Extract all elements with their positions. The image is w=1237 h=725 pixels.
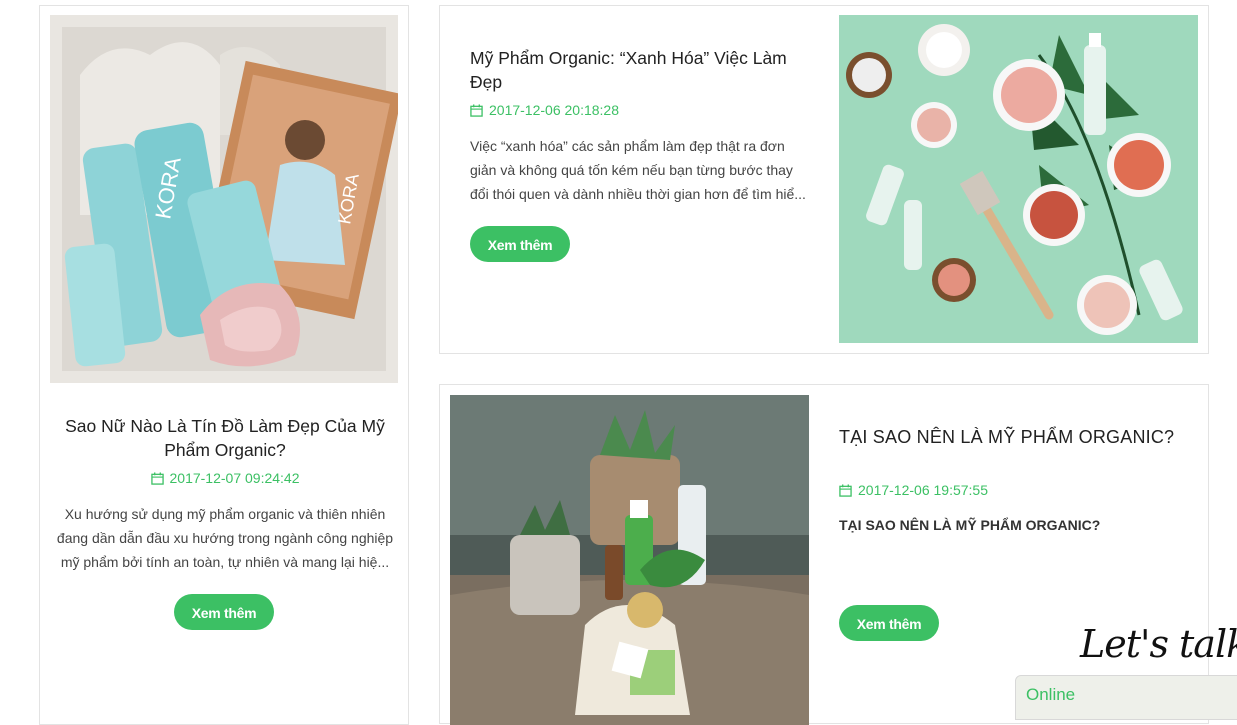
post-excerpt-line: Việc “xanh hóa” các sản phẩm làm đẹp thậ… — [470, 138, 785, 154]
post-excerpt-line: mỹ phẩm bởi tính an toàn, tự nhiên và ma… — [60, 554, 390, 570]
post-image-organic-ingredients[interactable] — [839, 15, 1198, 343]
read-more-button[interactable]: Xem thêm — [470, 226, 570, 262]
post-title-line1[interactable]: Sao Nữ Nào Là Tín Đồ Làm Đẹp Của Mỹ — [65, 416, 385, 436]
post-title-line2[interactable]: Phẩm Organic? — [164, 440, 286, 460]
read-more-button[interactable]: Xem thêm — [174, 594, 274, 630]
read-more-button[interactable]: Xem thêm — [839, 605, 939, 641]
post-title-line1[interactable]: Mỹ Phẩm Organic: “Xanh Hóa” Việc Làm — [470, 48, 787, 68]
post-excerpt-line: đổi thói quen và dành nhiều thời gian hơ… — [470, 186, 806, 202]
post-excerpt-line: đang dần dẫn đầu xu hướng trong ngành cô… — [56, 530, 394, 546]
calendar-icon — [470, 103, 483, 117]
post-date-text: 2017-12-06 19:57:55 — [858, 482, 988, 498]
post-excerpt-line: giản và không quá tốn kém nếu bạn từng b… — [470, 162, 793, 178]
calendar-icon — [150, 471, 164, 485]
post-date: 2017-12-06 19:57:55 — [839, 482, 988, 498]
post-image-kora[interactable]: KORA KORA — [50, 15, 398, 383]
post-date-text: 2017-12-06 20:18:28 — [489, 102, 619, 118]
chat-widget-bar[interactable]: Online — [1015, 675, 1237, 720]
post-card-tai-sao: TẠI SAO NÊN LÀ MỸ PHẨM ORGANIC? 2017-12-… — [439, 384, 1209, 725]
post-date: 2017-12-06 20:18:28 — [470, 102, 619, 118]
post-card-sao-nu: KORA KORA Sao Nữ Nào Là Tín Đồ Làm Đẹp C… — [39, 5, 409, 725]
post-title[interactable]: Mỹ Phẩm Organic: “Xanh Hóa” Việc Làm Đẹp — [470, 46, 820, 94]
post-date-text: 2017-12-07 09:24:42 — [169, 470, 300, 486]
post-date: 2017-12-07 09:24:42 — [40, 470, 410, 486]
post-card-xanh-hoa: Mỹ Phẩm Organic: “Xanh Hóa” Việc Làm Đẹp… — [439, 5, 1209, 354]
post-title[interactable]: Sao Nữ Nào Là Tín Đồ Làm Đẹp Của Mỹ Phẩm… — [40, 414, 410, 462]
post-excerpt: Việc “xanh hóa” các sản phẩm làm đẹp thậ… — [470, 134, 810, 206]
calendar-icon — [839, 483, 852, 497]
post-image-succulents[interactable] — [450, 395, 809, 725]
post-title-line2[interactable]: Đẹp — [470, 72, 502, 92]
post-title[interactable]: TẠI SAO NÊN LÀ MỸ PHẨM ORGANIC? — [839, 427, 1174, 448]
post-excerpt-line: Xu hướng sử dụng mỹ phẩm organic và thiê… — [64, 506, 386, 522]
chat-tagline[interactable]: Let's talk... — [1080, 622, 1237, 666]
post-excerpt: TẠI SAO NÊN LÀ MỸ PHẨM ORGANIC? — [839, 517, 1101, 533]
post-excerpt: Xu hướng sử dụng mỹ phẩm organic và thiê… — [50, 502, 400, 574]
chat-status[interactable]: Online — [1026, 685, 1075, 705]
